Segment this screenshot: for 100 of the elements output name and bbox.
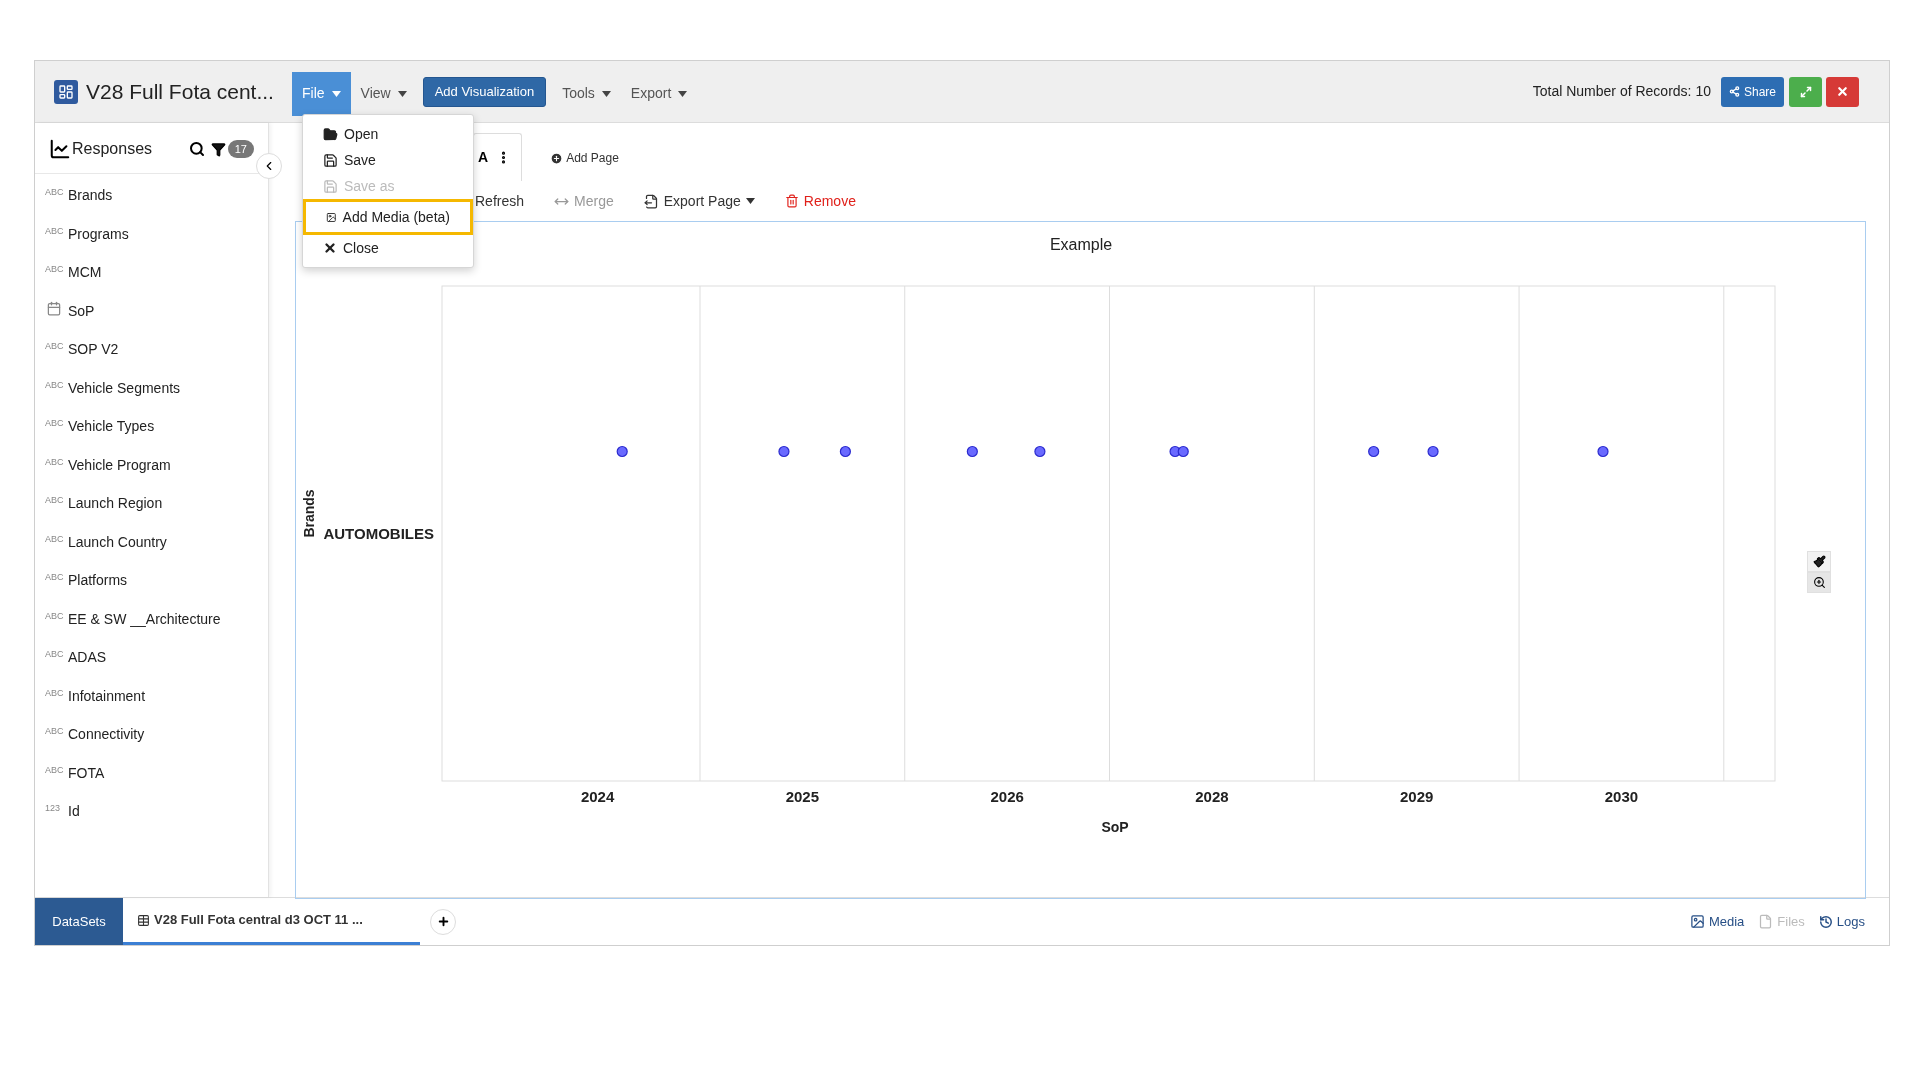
field-item[interactable]: Id <box>68 801 80 822</box>
share-icon <box>1728 86 1740 97</box>
field-item[interactable]: Vehicle Segments <box>68 377 181 399</box>
window-title: V28 Full Fota cent... <box>86 78 275 105</box>
field-item[interactable]: Connectivity <box>68 724 145 745</box>
type-label: ABC <box>45 609 63 623</box>
collapse-button[interactable] <box>256 153 282 179</box>
file-icon <box>1758 914 1774 929</box>
caret-icon <box>678 90 688 97</box>
export-icon <box>643 193 659 209</box>
panel-title: Responses <box>72 139 153 159</box>
x-axis-label: SoP <box>1101 819 1129 835</box>
field-item[interactable]: EE & SW __Architecture <box>68 608 221 630</box>
type-label: ABC <box>45 763 63 777</box>
field-item[interactable]: Programs <box>68 223 129 245</box>
type-label: ABC <box>45 532 63 546</box>
plus-circle-icon <box>550 151 564 165</box>
type-label: ABC <box>45 571 63 584</box>
x-tick-label: 2029 <box>1400 788 1434 805</box>
plus-icon <box>436 915 450 928</box>
x-tick-label: 2024 <box>580 788 615 805</box>
brush-icon <box>1812 555 1826 568</box>
folder-icon <box>323 126 338 142</box>
calendar-icon <box>45 300 63 316</box>
x-tick-label: 2026 <box>990 788 1024 805</box>
data-point <box>966 445 978 458</box>
type-label: ABC <box>45 263 63 276</box>
type-label: ABC <box>45 340 63 353</box>
type-label: ABC <box>45 224 63 238</box>
field-item[interactable]: Vehicle Types <box>68 416 155 437</box>
menu-item[interactable]: Add Media (beta) <box>303 199 473 235</box>
data-point <box>1427 445 1439 458</box>
dataset-tab[interactable]: V28 Full Fota central d3 OCT 11 ... <box>123 898 420 945</box>
table-icon <box>137 913 150 927</box>
x-tick-label: 2030 <box>1604 788 1639 805</box>
field-item[interactable]: Launch Region <box>68 493 163 514</box>
type-label: ABC <box>45 494 63 507</box>
add-visualization-button[interactable]: Add Visualization <box>422 76 547 107</box>
field-item[interactable]: ADAS <box>68 647 107 668</box>
history-icon <box>1818 914 1833 929</box>
trash-icon <box>784 194 799 208</box>
close-icon <box>1836 85 1849 98</box>
share-button[interactable]: Share <box>1720 76 1784 107</box>
menu-button[interactable]: View <box>350 71 417 116</box>
menu-item[interactable]: Close <box>303 235 473 261</box>
data-point <box>1177 445 1189 458</box>
footer-link[interactable]: Media <box>1689 911 1745 932</box>
field-item[interactable]: Platforms <box>68 570 128 591</box>
expand-icon <box>1799 85 1812 98</box>
add-page-button[interactable]: Add Page <box>550 149 619 167</box>
brush-button[interactable] <box>1807 551 1831 572</box>
records-count: Total Number of Records: 10 <box>1532 82 1711 101</box>
toolbar-button[interactable]: Remove <box>784 190 856 212</box>
toolbar-button[interactable]: Refresh <box>475 190 525 212</box>
data-point <box>1034 445 1046 458</box>
field-item[interactable]: SOP V2 <box>68 339 119 360</box>
type-label: ABC <box>45 186 63 199</box>
line-chart-icon <box>49 138 71 160</box>
data-point <box>1368 445 1380 458</box>
menu-button[interactable]: Tools <box>552 71 621 116</box>
type-label: ABC <box>45 686 63 700</box>
type-label: ABC <box>45 725 63 738</box>
x-tick-label: 2025 <box>785 788 820 805</box>
caret-icon <box>601 90 611 97</box>
data-point <box>839 445 851 458</box>
caret-icon <box>331 90 341 97</box>
zoom-in-icon <box>1812 576 1826 589</box>
add-dataset-button[interactable] <box>430 908 456 935</box>
page-tab[interactable]: A <box>473 133 523 181</box>
image-icon <box>1689 914 1705 929</box>
field-item[interactable]: FOTA <box>68 762 105 784</box>
menu-item[interactable]: Save <box>303 147 473 173</box>
type-label: ABC <box>45 417 63 430</box>
datasets-tab[interactable]: DataSets <box>35 898 123 945</box>
filter-icon[interactable] <box>210 141 226 157</box>
field-item[interactable]: MCM <box>68 262 102 283</box>
y-axis-label: Brands <box>301 489 317 538</box>
field-item[interactable]: SoP <box>68 300 95 322</box>
close-icon <box>323 241 337 255</box>
type-label: ABC <box>45 648 63 661</box>
menu-button[interactable]: Export <box>620 71 698 116</box>
type-label: ABC <box>45 455 63 469</box>
app-logo-icon <box>54 79 78 104</box>
caret-icon <box>397 90 407 97</box>
search-icon[interactable] <box>188 141 205 157</box>
field-item[interactable]: Brands <box>68 185 113 206</box>
footer-link[interactable]: Logs <box>1818 911 1865 932</box>
close-button[interactable] <box>1826 76 1859 107</box>
data-point <box>778 445 790 458</box>
menu-item[interactable]: Open <box>303 121 473 147</box>
data-point <box>1597 445 1609 458</box>
toolbar-button[interactable]: Export Page <box>643 190 755 212</box>
filter-count-badge: 17 <box>227 139 254 159</box>
field-item[interactable]: Launch Country <box>68 531 167 553</box>
field-item[interactable]: Vehicle Program <box>68 454 171 476</box>
caret-icon <box>745 198 755 204</box>
data-point <box>616 445 628 458</box>
zoom-button[interactable] <box>1807 572 1831 593</box>
y-category-label: AUTOMOBILES <box>323 524 434 542</box>
field-item[interactable]: Infotainment <box>68 685 146 707</box>
